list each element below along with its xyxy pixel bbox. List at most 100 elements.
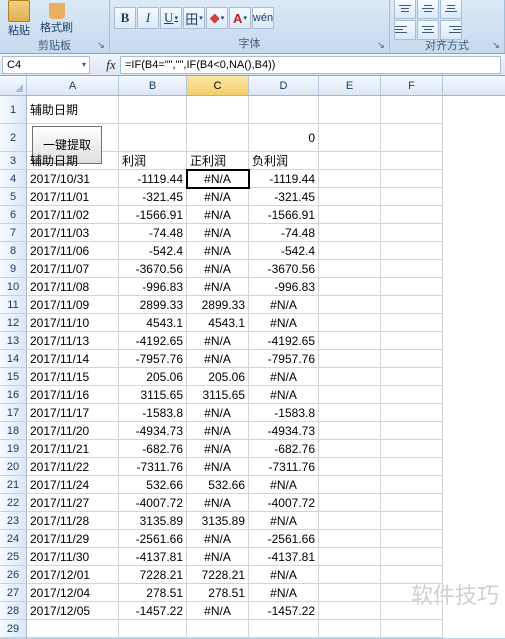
- cell[interactable]: #N/A: [187, 422, 249, 440]
- row-header[interactable]: 20: [0, 458, 27, 476]
- cell[interactable]: [381, 404, 443, 422]
- italic-button[interactable]: I: [137, 7, 159, 29]
- cell[interactable]: -4934.73: [249, 422, 319, 440]
- cell[interactable]: 2017/10/31: [27, 170, 119, 188]
- cell[interactable]: [319, 124, 381, 152]
- cell[interactable]: 正利润: [187, 152, 249, 170]
- cell[interactable]: [381, 548, 443, 566]
- cell[interactable]: #N/A: [187, 224, 249, 242]
- cell[interactable]: [381, 566, 443, 584]
- cell[interactable]: #N/A: [249, 566, 319, 584]
- cell[interactable]: [319, 296, 381, 314]
- cell[interactable]: #N/A: [187, 530, 249, 548]
- cell[interactable]: #N/A: [249, 314, 319, 332]
- cell[interactable]: [319, 566, 381, 584]
- cell[interactable]: 2017/11/24: [27, 476, 119, 494]
- fill-color-button[interactable]: ◆: [206, 7, 228, 29]
- cell[interactable]: 2017/11/07: [27, 260, 119, 278]
- cell[interactable]: #N/A: [187, 170, 249, 188]
- row-header[interactable]: 4: [0, 170, 27, 188]
- cell[interactable]: #N/A: [187, 278, 249, 296]
- cell[interactable]: [319, 278, 381, 296]
- cell[interactable]: #N/A: [187, 242, 249, 260]
- cell[interactable]: [381, 242, 443, 260]
- cell[interactable]: 7228.21: [119, 566, 187, 584]
- cell[interactable]: [381, 386, 443, 404]
- cell[interactable]: [381, 422, 443, 440]
- cell[interactable]: 2017/11/06: [27, 242, 119, 260]
- cell[interactable]: 2017/11/09: [27, 296, 119, 314]
- cell[interactable]: 0: [249, 124, 319, 152]
- cell[interactable]: 一键提取: [27, 124, 119, 152]
- cell[interactable]: [119, 96, 187, 124]
- cell[interactable]: 2899.33: [119, 296, 187, 314]
- cell[interactable]: [249, 96, 319, 124]
- clipboard-expand-icon[interactable]: ↘: [95, 39, 107, 51]
- col-header-c[interactable]: C: [187, 76, 249, 95]
- underline-button[interactable]: U: [160, 7, 182, 29]
- cell[interactable]: -321.45: [249, 188, 319, 206]
- cell[interactable]: [319, 620, 381, 638]
- cell[interactable]: -542.4: [249, 242, 319, 260]
- cell[interactable]: [381, 260, 443, 278]
- row-header[interactable]: 25: [0, 548, 27, 566]
- cell[interactable]: #N/A: [187, 332, 249, 350]
- row-header[interactable]: 19: [0, 440, 27, 458]
- row-header[interactable]: 5: [0, 188, 27, 206]
- cell[interactable]: 278.51: [187, 584, 249, 602]
- cell[interactable]: -1457.22: [249, 602, 319, 620]
- cell[interactable]: #N/A: [249, 584, 319, 602]
- cell[interactable]: #N/A: [187, 458, 249, 476]
- font-color-button[interactable]: A: [229, 7, 251, 29]
- cell[interactable]: -7311.76: [249, 458, 319, 476]
- cell[interactable]: [249, 620, 319, 638]
- cell[interactable]: [319, 584, 381, 602]
- cell[interactable]: 2017/11/13: [27, 332, 119, 350]
- font-expand-icon[interactable]: ↘: [375, 39, 387, 51]
- cell[interactable]: -1457.22: [119, 602, 187, 620]
- row-header[interactable]: 12: [0, 314, 27, 332]
- align-expand-icon[interactable]: ↘: [490, 39, 502, 51]
- cell[interactable]: 2017/11/28: [27, 512, 119, 530]
- cell[interactable]: 2017/11/20: [27, 422, 119, 440]
- row-header[interactable]: 14: [0, 350, 27, 368]
- cell[interactable]: -4137.81: [119, 548, 187, 566]
- cell[interactable]: 2017/11/17: [27, 404, 119, 422]
- row-header[interactable]: 7: [0, 224, 27, 242]
- row-header[interactable]: 18: [0, 422, 27, 440]
- cell[interactable]: -7957.76: [249, 350, 319, 368]
- cell[interactable]: -682.76: [249, 440, 319, 458]
- cell[interactable]: [381, 332, 443, 350]
- cell[interactable]: -682.76: [119, 440, 187, 458]
- cell[interactable]: -1566.91: [119, 206, 187, 224]
- row-header[interactable]: 3: [0, 152, 27, 170]
- cell[interactable]: -996.83: [249, 278, 319, 296]
- cell[interactable]: 2017/11/08: [27, 278, 119, 296]
- row-header[interactable]: 29: [0, 620, 27, 638]
- row-header[interactable]: 23: [0, 512, 27, 530]
- cell[interactable]: -4192.65: [119, 332, 187, 350]
- cell[interactable]: 负利润: [249, 152, 319, 170]
- cell[interactable]: [319, 548, 381, 566]
- row-header[interactable]: 8: [0, 242, 27, 260]
- cell[interactable]: 532.66: [187, 476, 249, 494]
- cell[interactable]: [319, 314, 381, 332]
- cell[interactable]: [381, 620, 443, 638]
- cell[interactable]: 3135.89: [187, 512, 249, 530]
- name-box[interactable]: C4: [2, 56, 90, 74]
- cell[interactable]: -4007.72: [249, 494, 319, 512]
- cell[interactable]: 2017/11/14: [27, 350, 119, 368]
- cell[interactable]: -1583.8: [249, 404, 319, 422]
- cell[interactable]: [381, 96, 443, 124]
- cell[interactable]: 2017/11/30: [27, 548, 119, 566]
- cell[interactable]: -2561.66: [249, 530, 319, 548]
- cell[interactable]: #N/A: [249, 296, 319, 314]
- cell[interactable]: 2017/11/29: [27, 530, 119, 548]
- row-header[interactable]: 6: [0, 206, 27, 224]
- cell[interactable]: [27, 620, 119, 638]
- cell[interactable]: [381, 170, 443, 188]
- cell[interactable]: [319, 242, 381, 260]
- cell[interactable]: -3670.56: [119, 260, 187, 278]
- cell[interactable]: [381, 584, 443, 602]
- cell[interactable]: [319, 530, 381, 548]
